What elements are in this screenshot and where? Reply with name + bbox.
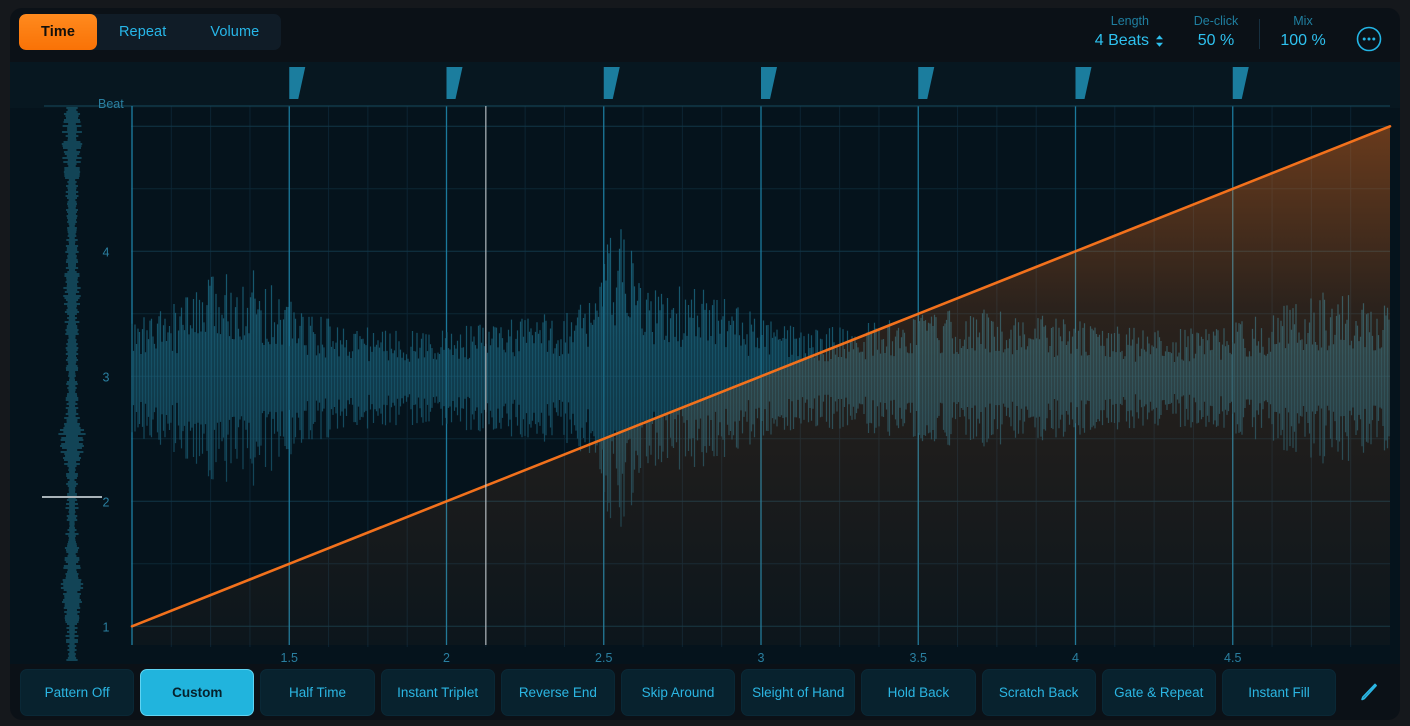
x-tick-label: 3.5	[910, 651, 927, 664]
param-length-label: Length	[1110, 14, 1149, 28]
y-tick-label: 4	[103, 245, 110, 259]
y-tick-label: 3	[103, 370, 110, 384]
tab-repeat[interactable]: Repeat	[97, 14, 188, 50]
param-mix-value[interactable]: 100 %	[1280, 30, 1325, 52]
pattern-button-half-time[interactable]: Half Time	[260, 668, 375, 716]
chevron-updown-icon	[1156, 35, 1163, 47]
y-tick-label: 2	[103, 495, 110, 509]
x-tick-label: 1.5	[281, 651, 298, 664]
param-de-click-value[interactable]: 50 %	[1198, 30, 1234, 52]
pattern-button-reverse-end[interactable]: Reverse End	[500, 668, 615, 716]
tab-volume[interactable]: Volume	[188, 14, 281, 50]
axis-title-beat: Beat	[98, 97, 124, 111]
param-length-value[interactable]: 4 Beats	[1095, 30, 1165, 52]
x-tick-label: 3	[758, 651, 765, 664]
param-mix-label: Mix	[1293, 14, 1313, 28]
pattern-button-hold-back[interactable]: Hold Back	[861, 668, 976, 716]
param-length-value-text: 4 Beats	[1094, 32, 1149, 49]
param-de-click[interactable]: De-click 50 %	[1179, 13, 1253, 52]
app-root: Time Repeat Volume Length 4 Beats De-click 50…	[0, 0, 1410, 726]
y-tick-label: 1	[103, 620, 110, 634]
x-tick-label: 2.5	[595, 651, 612, 664]
x-tick-label: 2	[443, 651, 450, 664]
pencil-icon	[1361, 683, 1378, 701]
pattern-button-skip-around[interactable]: Skip Around	[620, 668, 736, 716]
param-mix[interactable]: Mix 100 %	[1266, 13, 1340, 52]
time-editor-panel: Time Repeat Volume Length 4 Beats De-click 50…	[10, 8, 1400, 720]
x-tick-label: 4.5	[1224, 651, 1241, 664]
param-divider	[1259, 19, 1260, 49]
pattern-button-scratch-back[interactable]: Scratch Back	[981, 668, 1096, 716]
param-de-click-value-text: 50 %	[1197, 32, 1235, 49]
pattern-button-instant-fill[interactable]: Instant Fill	[1221, 668, 1337, 716]
time-warp-plot[interactable]: 1 2 3 4 1.5 2 2.5 3 3.5 4 4.5	[10, 62, 1400, 664]
header-bar: Time Repeat Volume Length 4 Beats De-click 50…	[10, 8, 1400, 62]
param-de-click-label: De-click	[1193, 14, 1239, 28]
tab-time[interactable]: Time	[19, 14, 97, 50]
mode-segmented-control[interactable]: Time Repeat Volume	[19, 14, 282, 50]
pattern-button-pattern-off[interactable]: Pattern Off	[20, 668, 135, 716]
pattern-button-instant-triplet[interactable]: Instant Triplet	[380, 668, 495, 716]
pattern-button-sleight-of-hand[interactable]: Sleight of Hand	[741, 668, 856, 716]
more-options-button[interactable]	[1356, 26, 1382, 52]
pattern-button-custom[interactable]: Custom	[140, 668, 255, 716]
header-parameters: Length 4 Beats De-click 50 % Mix 100 %	[1081, 13, 1340, 57]
more-options-icon	[1356, 26, 1382, 52]
param-mix-value-text: 100 %	[1280, 32, 1326, 49]
edit-pencil-button[interactable]	[1342, 669, 1394, 716]
x-tick-label: 4	[1072, 651, 1079, 664]
pattern-button-bar: Pattern Off Custom Half Time Instant Triple…	[10, 664, 1400, 720]
plot-canvas[interactable]: 1 2 3 4 1.5 2 2.5 3 3.5 4 4.5	[10, 62, 1400, 664]
pattern-button-gate-repeat[interactable]: Gate & Repeat	[1101, 668, 1216, 716]
param-length[interactable]: Length 4 Beats	[1081, 13, 1179, 52]
